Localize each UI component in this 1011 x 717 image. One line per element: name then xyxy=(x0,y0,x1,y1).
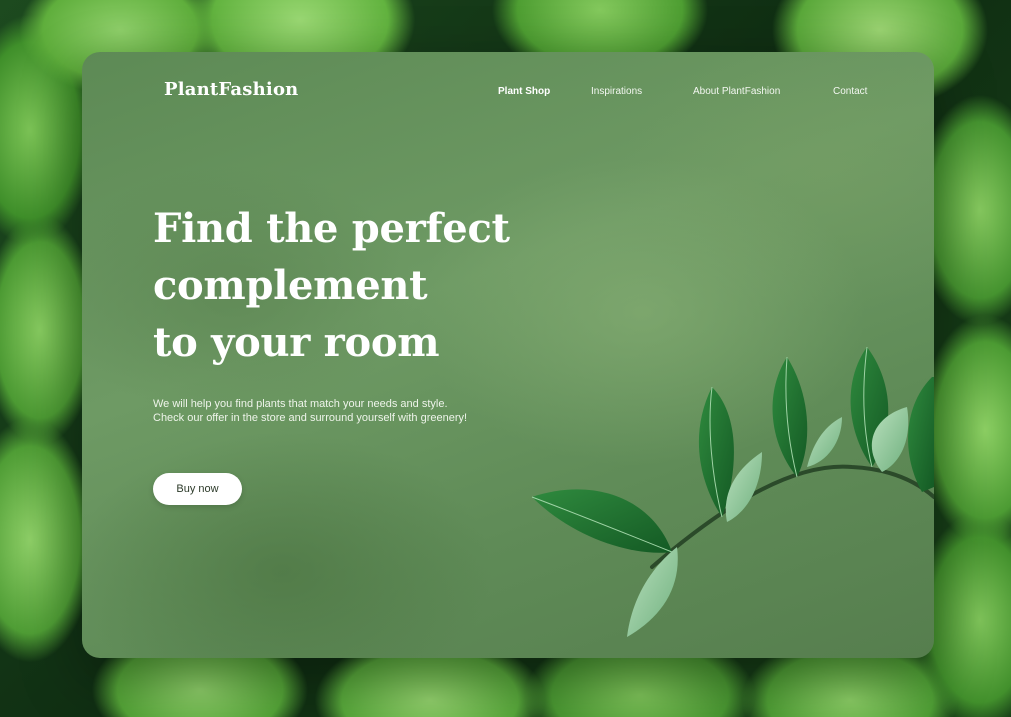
leaf xyxy=(531,489,673,553)
nav-inspirations[interactable]: Inspirations xyxy=(591,86,642,97)
headline-line: complement xyxy=(153,262,428,309)
headline-line: to your room xyxy=(153,319,440,366)
nav-plant-shop[interactable]: Plant Shop xyxy=(498,86,550,97)
headline-line: Find the perfect xyxy=(153,205,510,252)
hero-headline: Find the perfect complement to your room xyxy=(153,200,510,371)
leaf xyxy=(807,417,842,467)
leaf xyxy=(908,377,934,492)
nav-contact[interactable]: Contact xyxy=(833,86,867,97)
hero-card: PlantFashion Plant Shop Inspirations Abo… xyxy=(82,52,934,658)
plant-branch-illustration xyxy=(531,346,934,637)
hero-description: We will help you find plants that match … xyxy=(153,397,467,425)
leaf xyxy=(772,356,808,478)
description-line: We will help you find plants that match … xyxy=(153,398,448,410)
nav-about[interactable]: About PlantFashion xyxy=(693,86,780,97)
description-line: Check our offer in the store and surroun… xyxy=(153,412,468,424)
top-nav: Plant Shop Inspirations About PlantFashi… xyxy=(82,86,934,100)
leaf xyxy=(627,547,678,637)
buy-now-button[interactable]: Buy now xyxy=(153,473,242,505)
